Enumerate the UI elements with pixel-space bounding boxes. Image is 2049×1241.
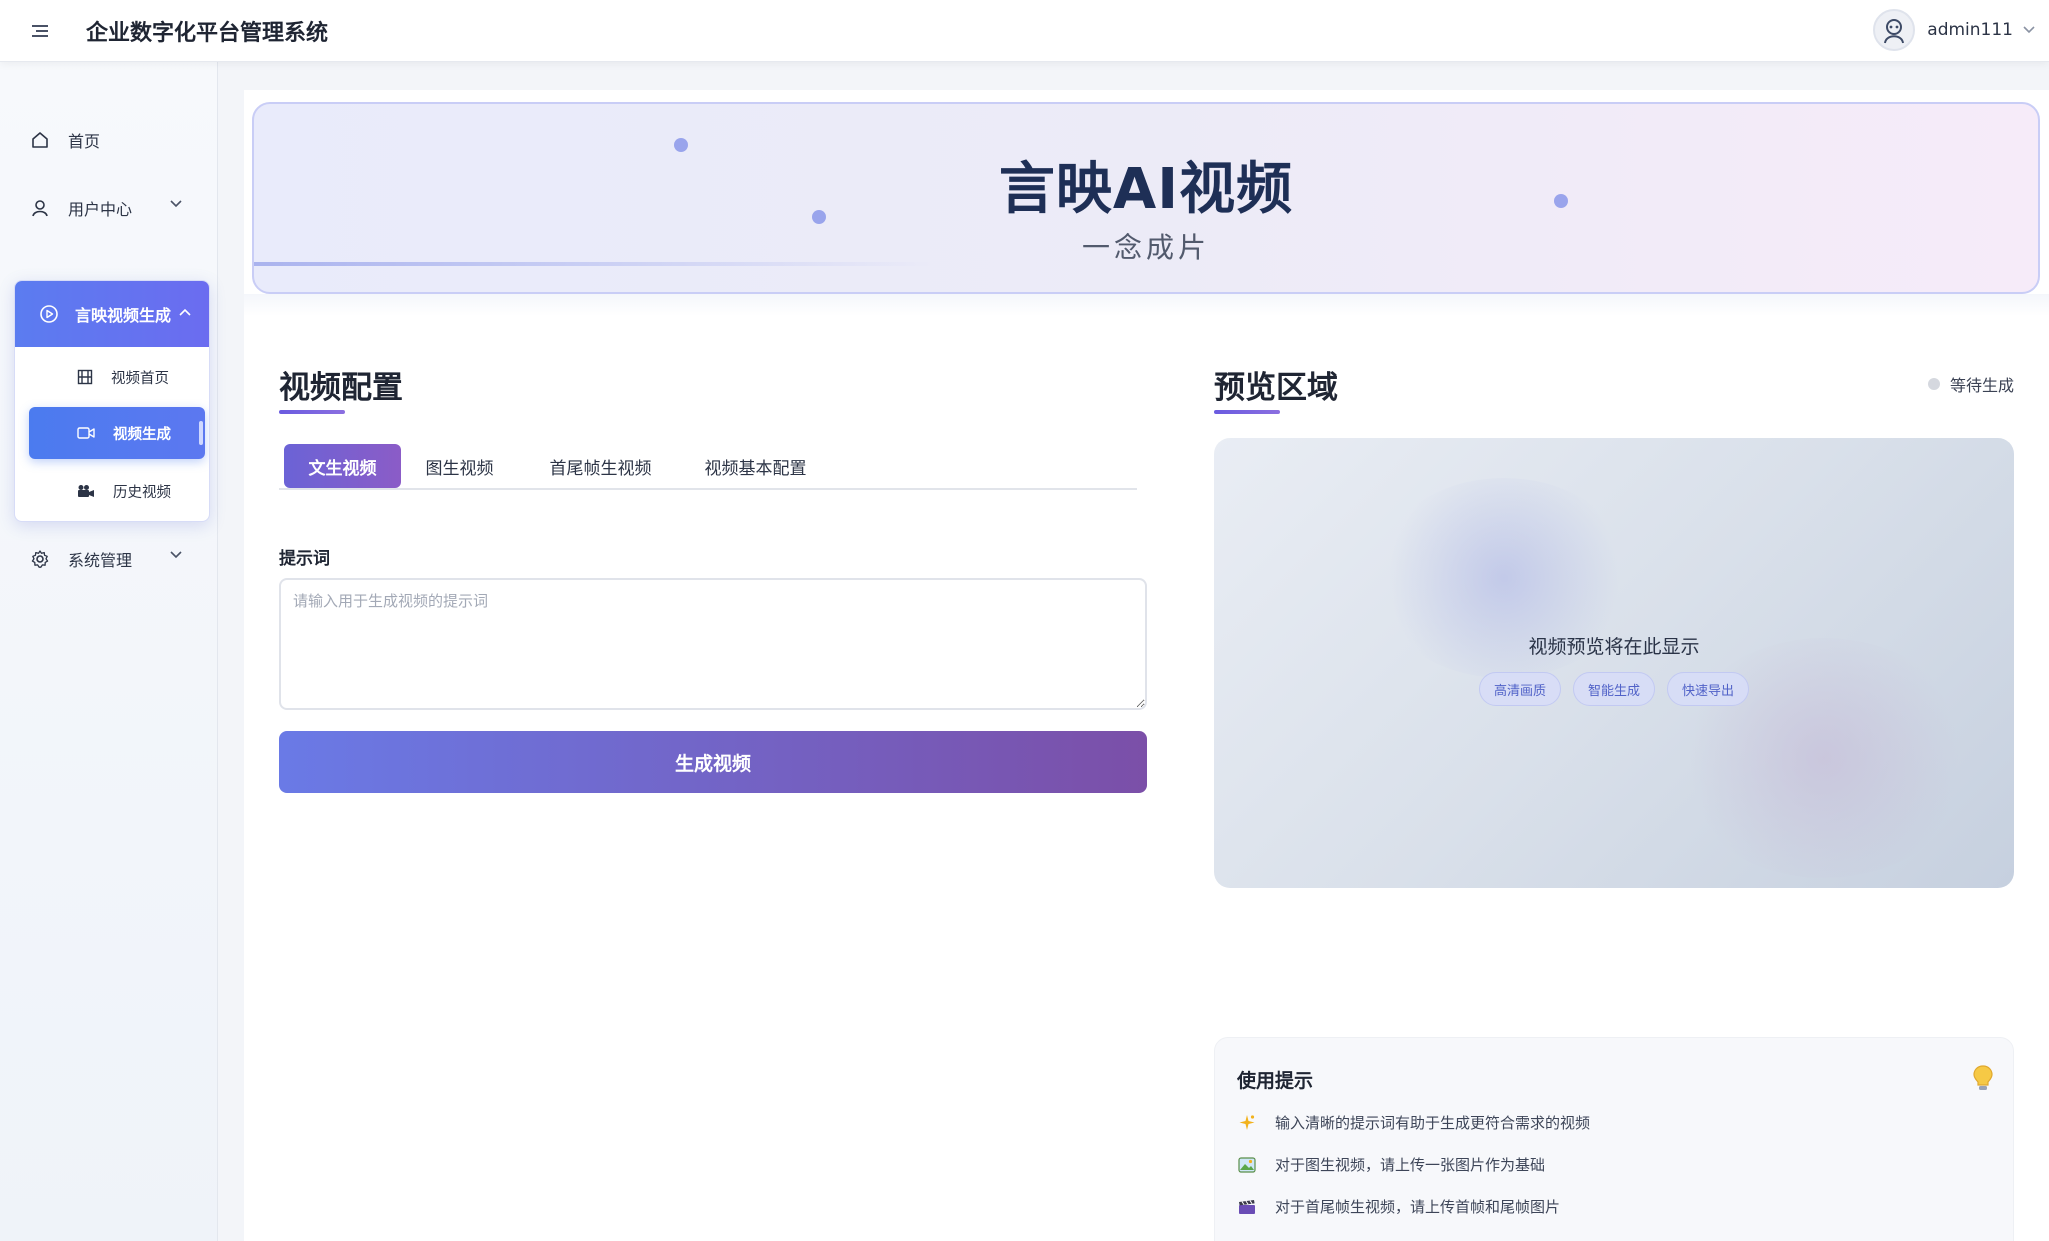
submenu-item-label: 视频首页 [111, 370, 169, 387]
usage-tips-card: 使用提示 输入清晰的提示词有助于生成更符合需求的视频 对于图生视频，请上传一张图… [1214, 1037, 2014, 1241]
tip-text: 输入清晰的提示词有助于生成更符合需求的视频 [1275, 1114, 1591, 1132]
tab-image-to-video[interactable]: 图生视频 [401, 444, 518, 488]
tips-title: 使用提示 [1237, 1070, 1314, 1092]
tip-text: 对于首尾帧生视频，请上传首帧和尾帧图片 [1275, 1198, 1561, 1216]
tip-item: 输入清晰的提示词有助于生成更符合需求的视频 [1237, 1112, 1590, 1133]
sidebar-item-label: 言映视频生成 [75, 306, 172, 325]
tip-text: 对于图生视频，请上传一张图片作为基础 [1275, 1156, 1546, 1174]
divider [244, 294, 2049, 316]
status-text: 等待生成 [1950, 376, 2015, 395]
sparkles-icon [1237, 1113, 1257, 1133]
tip-item: 对于图生视频，请上传一张图片作为基础 [1237, 1154, 1545, 1175]
submenu-item-history-video[interactable]: 历史视频 [15, 465, 209, 517]
play-circle-icon [40, 305, 58, 323]
sidebar-item-label: 系统管理 [68, 551, 133, 570]
sidebar-item-system[interactable]: 系统管理 [0, 531, 218, 587]
feature-chip: 快速导出 [1667, 672, 1750, 706]
feature-chip: 高清画质 [1478, 672, 1561, 706]
active-indicator [199, 421, 203, 445]
tip-item: 对于首尾帧生视频，请上传首帧和尾帧图片 [1237, 1196, 1560, 1217]
title-underline [1214, 410, 1280, 414]
status-dot [1928, 378, 1940, 390]
submenu-item-video-home[interactable]: 视频首页 [15, 351, 209, 403]
generate-video-button[interactable]: 生成视频 [279, 731, 1147, 793]
sidebar: 首页 用户中心 言映视频生成 视频首页 视频生成 历史视频 系统管理 [0, 62, 218, 1241]
sidebar-item-user-center[interactable]: 用户中心 [0, 180, 218, 236]
feature-chip: 智能生成 [1572, 672, 1655, 706]
chevron-down-icon [2023, 26, 2035, 34]
title-underline [279, 410, 345, 414]
hero-banner: 言映AI视频 一念成片 [252, 102, 2040, 294]
home-icon [32, 132, 48, 148]
chevron-down-icon [170, 200, 182, 208]
submenu-video-generation: 言映视频生成 视频首页 视频生成 历史视频 [14, 280, 210, 522]
gear-icon [31, 550, 49, 568]
hamburger-icon [32, 24, 48, 37]
user-avatar-icon [1884, 19, 1905, 44]
sidebar-item-home[interactable]: 首页 [0, 112, 218, 168]
tab-text-to-video[interactable]: 文生视频 [284, 444, 401, 488]
config-tabs: 文生视频 图生视频 首尾帧生视频 视频基本配置 [279, 444, 1137, 490]
app-title: 企业数字化平台管理系统 [86, 20, 329, 46]
tab-video-basic-config[interactable]: 视频基本配置 [679, 444, 832, 488]
preview-section-title: 预览区域 [1214, 370, 1338, 406]
film-icon [77, 369, 93, 385]
user-icon [32, 200, 48, 217]
preview-placeholder-text: 视频预览将在此显示 [1528, 636, 1700, 658]
config-section-title: 视频配置 [279, 370, 403, 406]
hero-subtitle: 一念成片 [1081, 231, 1210, 264]
feature-chips: 高清画质 智能生成 快速导出 [1214, 672, 2014, 706]
movie-camera-icon [78, 485, 94, 497]
sidebar-item-video-generation[interactable]: 言映视频生成 [15, 281, 209, 347]
submenu-item-label: 视频生成 [113, 426, 171, 443]
video-preview-area: 视频预览将在此显示 高清画质 智能生成 快速导出 [1214, 438, 2014, 888]
username: admin111 [1927, 20, 2013, 40]
prompt-textarea[interactable] [279, 578, 1147, 710]
image-icon [1237, 1155, 1257, 1175]
top-header: 企业数字化平台管理系统 admin111 [0, 0, 2049, 62]
chevron-down-icon [170, 551, 182, 559]
clapper-icon [1237, 1197, 1257, 1217]
main-content: 言映AI视频 一念成片 视频配置 文生视频 图生视频 首尾帧生视频 视频基本配置… [244, 90, 2049, 1241]
sidebar-item-label: 用户中心 [68, 200, 133, 219]
chevron-up-icon [179, 308, 191, 316]
prompt-label: 提示词 [279, 549, 330, 569]
avatar[interactable] [1873, 9, 1916, 51]
status-indicator: 等待生成 [1928, 372, 2014, 396]
tab-first-last-frame[interactable]: 首尾帧生视频 [524, 444, 677, 488]
submenu-item-label: 历史视频 [113, 484, 171, 501]
hero-title: 言映AI视频 [998, 157, 1294, 222]
submenu-item-video-generate[interactable]: 视频生成 [29, 407, 205, 459]
lightbulb-icon [1973, 1065, 1993, 1090]
menu-toggle-button[interactable] [20, 11, 60, 51]
sidebar-item-label: 首页 [68, 132, 101, 151]
user-menu[interactable]: admin111 [1873, 7, 2035, 53]
video-camera-icon [77, 427, 95, 439]
